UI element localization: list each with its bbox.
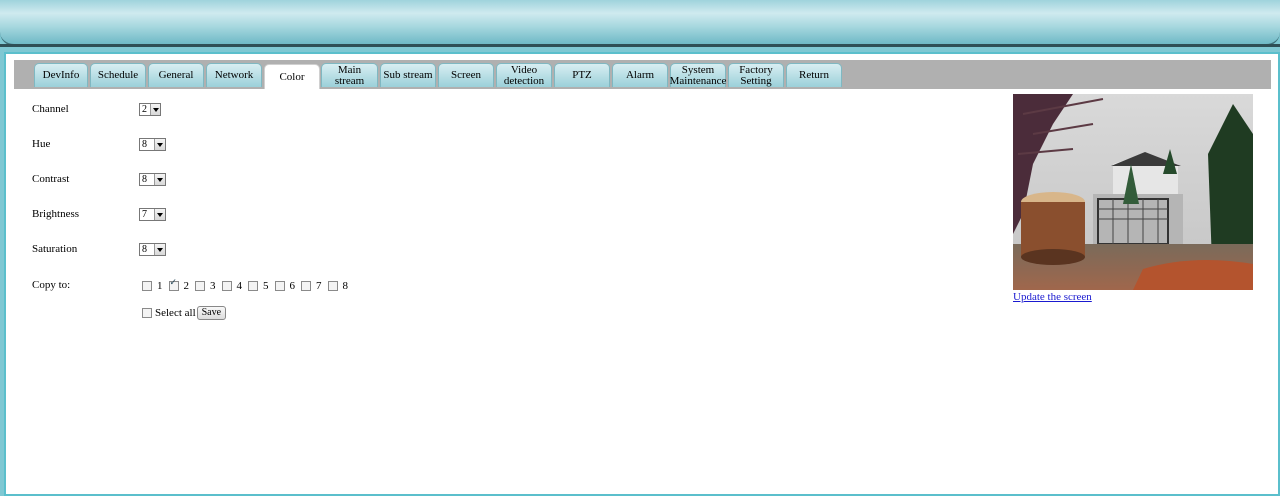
- copy-channel-4[interactable]: 4: [221, 280, 242, 292]
- hue-value: 8: [142, 139, 147, 150]
- content-panel: DevInfo Schedule General Network Color M…: [14, 60, 1271, 490]
- hue-select[interactable]: 8: [139, 138, 166, 151]
- saturation-label: Saturation: [32, 243, 78, 255]
- chevron-down-icon: [154, 174, 165, 185]
- tab-return[interactable]: Return: [786, 63, 842, 87]
- checkbox[interactable]: [248, 281, 258, 291]
- copy-channel-3[interactable]: 3: [195, 280, 216, 292]
- tab-color[interactable]: Color: [264, 64, 320, 89]
- update-screen-link[interactable]: Update the screen: [1013, 291, 1092, 303]
- checkbox[interactable]: [274, 281, 285, 291]
- copy-channel-8[interactable]: 8: [327, 280, 348, 292]
- tab-ptz[interactable]: PTZ: [554, 63, 610, 87]
- tab-factory-setting[interactable]: Factory Setting: [728, 63, 784, 87]
- select-all-label: Select all: [155, 307, 196, 319]
- tab-video-detection[interactable]: Video detection: [496, 63, 552, 87]
- tab-schedule[interactable]: Schedule: [90, 63, 146, 87]
- select-all-row: Select all Save: [142, 306, 227, 320]
- checkbox[interactable]: [221, 281, 232, 291]
- contrast-label: Contrast: [32, 173, 70, 185]
- saturation-select[interactable]: 8: [139, 243, 166, 256]
- tab-main-stream[interactable]: Main stream: [321, 63, 378, 87]
- camera-preview: [1013, 94, 1253, 290]
- tab-sub-stream[interactable]: Sub stream: [380, 63, 436, 87]
- chevron-down-icon: [154, 244, 165, 255]
- tab-devinfo[interactable]: DevInfo: [34, 63, 88, 87]
- main-frame: DevInfo Schedule General Network Color M…: [4, 52, 1280, 496]
- checkbox[interactable]: [195, 281, 205, 291]
- banner-divider: [0, 44, 1280, 47]
- save-button[interactable]: Save: [196, 306, 227, 320]
- tab-screen[interactable]: Screen: [438, 63, 494, 87]
- tab-network[interactable]: Network: [206, 63, 262, 87]
- saturation-value: 8: [142, 244, 147, 255]
- copy-channel-7[interactable]: 7: [301, 280, 322, 292]
- select-all-checkbox[interactable]: [142, 308, 152, 318]
- contrast-value: 8: [142, 174, 147, 185]
- channel-label: Channel: [32, 103, 69, 115]
- camera-preview-image: [1013, 94, 1253, 290]
- checkbox[interactable]: [327, 281, 338, 291]
- copy-channel-5[interactable]: 5: [248, 280, 269, 292]
- contrast-select[interactable]: 8: [139, 173, 166, 186]
- chevron-down-icon: [154, 209, 165, 220]
- chevron-down-icon: [150, 104, 160, 115]
- tab-system-maintenance[interactable]: System Maintenance: [670, 63, 726, 87]
- tab-bar: DevInfo Schedule General Network Color M…: [14, 60, 1271, 89]
- checkbox[interactable]: [301, 281, 311, 291]
- copy-channel-6[interactable]: 6: [274, 280, 295, 292]
- tab-alarm[interactable]: Alarm: [612, 63, 668, 87]
- copy-channel-2[interactable]: 2: [168, 278, 189, 292]
- checkbox[interactable]: [168, 278, 179, 291]
- chevron-down-icon: [154, 139, 165, 150]
- copy-channel-1[interactable]: 1: [142, 280, 163, 292]
- tab-general[interactable]: General: [148, 63, 204, 87]
- top-banner: [0, 0, 1280, 46]
- brightness-select[interactable]: 7: [139, 208, 166, 221]
- channel-select[interactable]: 2: [139, 103, 161, 116]
- copy-to-checkbox-group: 1 2 3 4 5 6 7 8: [142, 278, 354, 292]
- copy-to-label: Copy to:: [32, 279, 71, 291]
- checkbox[interactable]: [142, 281, 152, 291]
- brightness-label: Brightness: [32, 208, 80, 220]
- brightness-value: 7: [142, 209, 147, 220]
- channel-value: 2: [142, 104, 147, 115]
- hue-label: Hue: [32, 138, 51, 150]
